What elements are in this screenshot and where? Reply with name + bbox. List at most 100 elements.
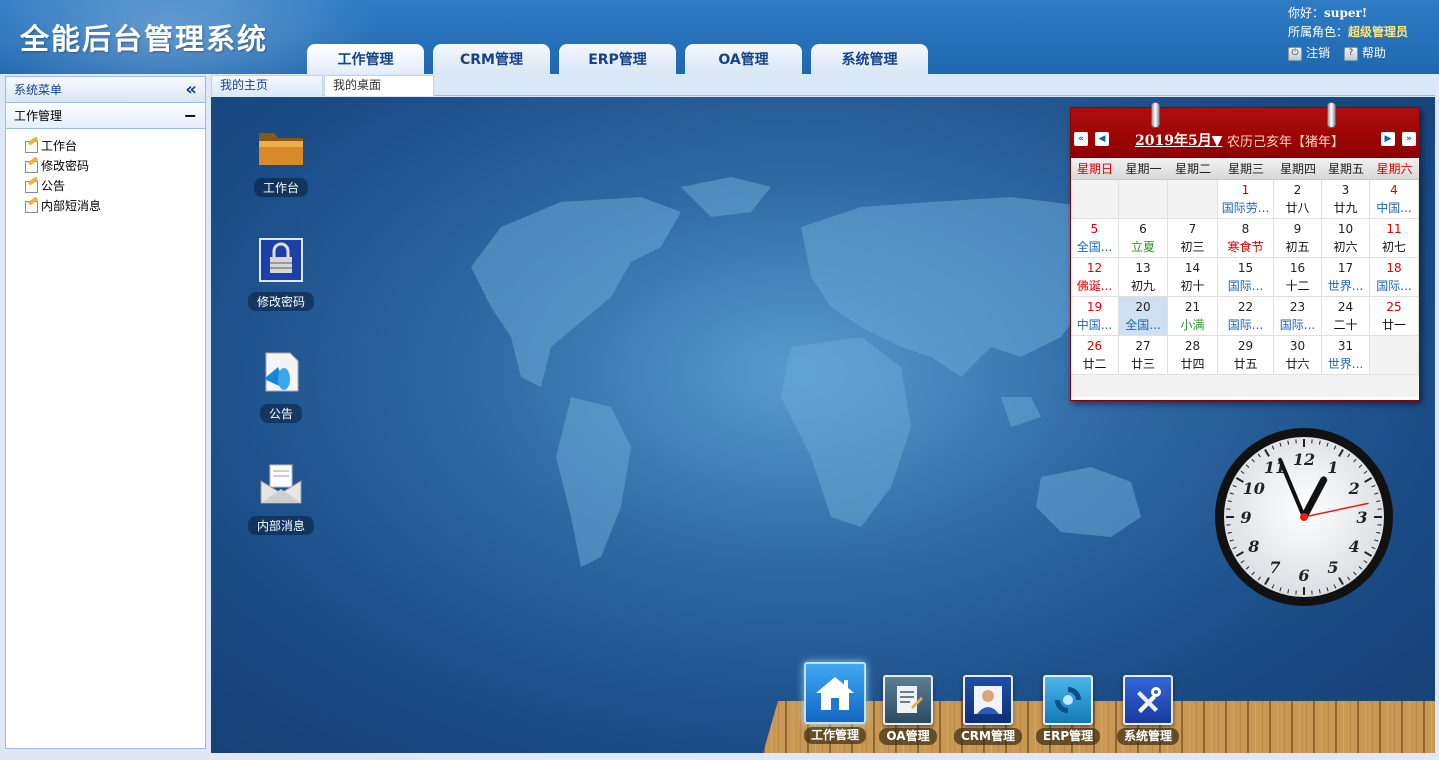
day-number: 9 — [1293, 222, 1302, 236]
tab-system-management[interactable]: 系统管理 — [811, 44, 928, 74]
sidebar-item-label: 修改密码 — [41, 158, 90, 173]
calendar-day[interactable]: 9 初五 — [1274, 219, 1322, 258]
tools-icon — [1123, 675, 1173, 725]
day-number: 25 — [1386, 300, 1402, 314]
lunar-label: 中国... — [1376, 201, 1412, 215]
clock-numeral: 3 — [1356, 508, 1367, 527]
calendar-day[interactable]: 15 国际... — [1218, 258, 1274, 297]
calendar-day[interactable]: 8 寒食节 — [1218, 219, 1274, 258]
lunar-label: 廿三 — [1130, 357, 1155, 371]
calendar-day[interactable]: 23 国际... — [1274, 297, 1322, 336]
lunar-label: 初十 — [1180, 279, 1205, 293]
day-number: 3 — [1341, 183, 1350, 197]
calendar-footer — [1071, 375, 1419, 397]
sidebar-item-label: 工作台 — [41, 138, 78, 153]
sidebar-group-header[interactable]: 工作管理 − — [6, 103, 205, 129]
calendar-widget: « ◀ 2019年5月▼ 农历己亥年【猪年】 ▶ » 星期日 星期一 星期二 星期三星… — [1070, 102, 1420, 401]
sidebar-item-change-password[interactable]: 修改密码 — [24, 155, 205, 175]
collapse-icon[interactable]: « — [185, 80, 197, 99]
tab-work-management[interactable]: 工作管理 — [307, 44, 424, 74]
role-label: 所属角色： — [1288, 25, 1349, 39]
note-edit-icon — [24, 139, 39, 153]
desktop-icon-workbench[interactable]: 工作台 — [236, 125, 326, 197]
calendar-day[interactable]: 3 廿九 — [1322, 180, 1370, 219]
lunar-label: 廿五 — [1233, 357, 1258, 371]
lunar-label: 世界... — [1327, 279, 1364, 293]
calendar-day[interactable]: 4 中国... — [1370, 180, 1419, 219]
sidebar-title: 系统菜单 — [14, 83, 63, 97]
desktop-icon-announcement[interactable]: 公告 — [236, 349, 326, 423]
calendar-day[interactable]: 14 初十 — [1168, 258, 1218, 297]
left-arrow-icon[interactable]: ◀ — [1095, 132, 1109, 146]
lunar-label: 立夏 — [1130, 240, 1155, 254]
sidebar-item-label: 公告 — [41, 178, 66, 193]
tab-my-homepage[interactable]: 我的主页 — [211, 75, 323, 96]
calendar-day[interactable]: 27 廿三 — [1119, 336, 1168, 375]
double-right-icon[interactable]: » — [1402, 132, 1416, 146]
logout-link[interactable]: ⏻ 注销 — [1288, 44, 1330, 63]
calendar-day[interactable]: 10 初六 — [1322, 219, 1370, 258]
sidebar-item-workbench[interactable]: 工作台 — [24, 135, 205, 155]
tab-crm-management[interactable]: CRM管理 — [433, 44, 550, 74]
tab-oa-management[interactable]: OA管理 — [685, 44, 802, 74]
calendar-day[interactable]: 21 小满 — [1168, 297, 1218, 336]
minus-icon[interactable]: − — [184, 106, 197, 125]
tab-my-desktop[interactable]: 我的桌面 — [324, 75, 434, 96]
calendar-day[interactable]: 7 初三 — [1168, 219, 1218, 258]
calendar-day — [1119, 180, 1168, 219]
calendar-day[interactable]: 16 十二 — [1274, 258, 1322, 297]
desktop-icon-change-password[interactable]: 修改密码 — [236, 237, 326, 311]
calendar-month-select[interactable]: 2019年5月▼ — [1135, 130, 1222, 150]
right-arrow-icon[interactable]: ▶ — [1381, 132, 1395, 146]
calendar-day[interactable]: 20 全国... — [1119, 297, 1168, 336]
dock-item-crm-management[interactable]: CRM管理 — [948, 675, 1028, 745]
lunar-label: 廿二 — [1082, 357, 1107, 371]
lunar-label: 廿六 — [1285, 357, 1310, 371]
double-left-icon[interactable]: « — [1074, 132, 1088, 146]
weekday-header: 星期三 — [1227, 162, 1264, 176]
calendar-day[interactable]: 13 初九 — [1119, 258, 1168, 297]
calendar-day[interactable]: 31 世界... — [1322, 336, 1370, 375]
weekday-header: 星期二 — [1174, 162, 1211, 176]
calendar-day[interactable]: 29 廿五 — [1218, 336, 1274, 375]
weekday-header: 星期一 — [1125, 162, 1162, 176]
tab-erp-management[interactable]: ERP管理 — [559, 44, 676, 74]
calendar-day[interactable]: 2 廿八 — [1274, 180, 1322, 219]
day-number: 4 — [1390, 183, 1398, 197]
user-info: 你好：super! 所属角色：超级管理员 ⏻ 注销 ? 帮助 — [1288, 4, 1408, 63]
username: super! — [1324, 6, 1368, 20]
calendar-day[interactable]: 26 廿二 — [1071, 336, 1119, 375]
desktop: 工作台 修改密码 公告 内部消息 « ◀ 2019年5月▼ 农历己亥年【猪年】 … — [211, 97, 1435, 753]
sidebar-item-internal-message[interactable]: 内部短消息 — [24, 195, 205, 215]
help-link[interactable]: ? 帮助 — [1343, 44, 1386, 63]
calendar-day[interactable]: 25 廿一 — [1370, 297, 1419, 336]
calendar-day[interactable]: 1 国际劳... — [1218, 180, 1274, 219]
calendar-day[interactable]: 12 佛诞... — [1071, 258, 1119, 297]
day-number: 27 — [1135, 339, 1151, 353]
clock-numeral: 7 — [1269, 558, 1280, 577]
calendar-day[interactable]: 30 廿六 — [1274, 336, 1322, 375]
weekday-header: 星期日 — [1076, 162, 1113, 176]
lunar-label: 二十 — [1333, 318, 1358, 332]
calendar-day[interactable]: 5 全国... — [1071, 219, 1119, 258]
calendar-day[interactable]: 17 世界... — [1322, 258, 1370, 297]
desktop-icon-internal-message[interactable]: 内部消息 — [236, 461, 326, 535]
calendar-day[interactable]: 18 国际... — [1370, 258, 1419, 297]
greeting-label: 你好： — [1288, 6, 1325, 20]
lunar-label: 廿九 — [1333, 201, 1358, 215]
dock-item-erp-management[interactable]: ERP管理 — [1028, 675, 1108, 745]
sidebar-item-announcement[interactable]: 公告 — [24, 175, 205, 195]
day-number: 29 — [1237, 339, 1254, 353]
calendar-day[interactable]: 19 中国... — [1071, 297, 1119, 336]
dock-item-oa-management[interactable]: OA管理 — [868, 675, 948, 745]
note-edit-icon — [24, 179, 39, 193]
analog-clock: 12 1234567891011 — [1215, 428, 1393, 606]
calendar-day[interactable]: 24 二十 — [1322, 297, 1370, 336]
calendar-day[interactable]: 22 国际... — [1218, 297, 1274, 336]
calendar-day[interactable]: 28 廿四 — [1168, 336, 1218, 375]
dock-item-system-management[interactable]: 系统管理 — [1108, 675, 1188, 745]
calendar-day[interactable]: 11 初七 — [1370, 219, 1419, 258]
dock-item-work-management[interactable]: 工作管理 — [795, 662, 875, 744]
calendar-day[interactable]: 6 立夏 — [1119, 219, 1168, 258]
day-number: 15 — [1237, 261, 1254, 275]
